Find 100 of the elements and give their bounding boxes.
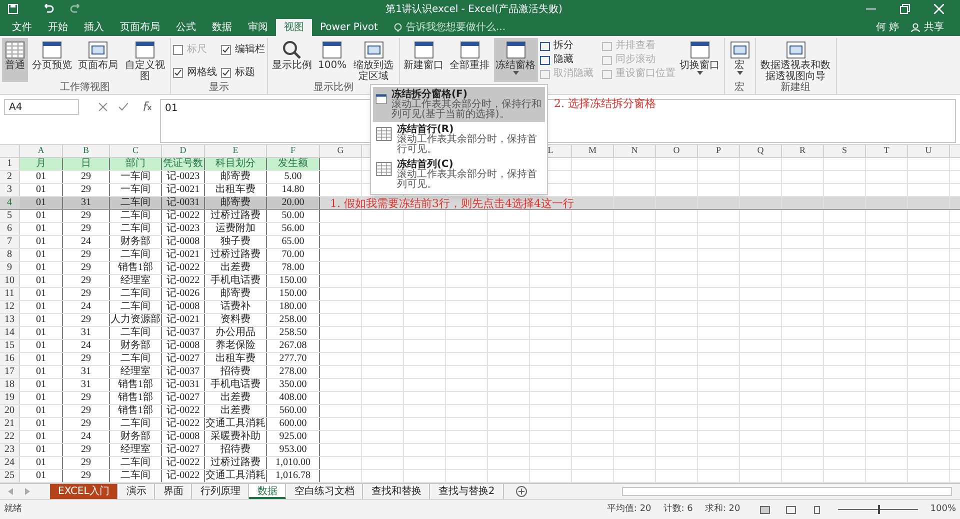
menu-tab[interactable]: 视图	[276, 19, 312, 36]
row-header[interactable]: 25	[0, 470, 20, 482]
ribbon-button[interactable]: 普通	[2, 38, 28, 82]
close-icon[interactable]	[934, 4, 944, 14]
menu-item[interactable]: 冻结首列(C) 滚动工作表其余部分时，保持首列可见。	[373, 157, 545, 192]
row-header[interactable]: 2	[0, 171, 20, 183]
column-header[interactable]: U	[925, 144, 932, 158]
page-break-icon[interactable]	[812, 506, 822, 514]
column-header[interactable]: Q	[757, 144, 764, 158]
row-header[interactable]: 24	[0, 457, 20, 469]
column-header[interactable]: B	[82, 144, 89, 158]
ribbon-button[interactable]: 页面布局	[76, 38, 120, 82]
normal-view-icon[interactable]	[760, 506, 770, 514]
share-button[interactable]: 共享	[911, 19, 944, 36]
menu-tab[interactable]: 审阅	[240, 19, 276, 36]
menu-item[interactable]: 冻结拆分窗格(F) 滚动工作表其余部分时，保持行和列可见(基于当前的选择)。	[373, 87, 545, 122]
save-icon[interactable]	[8, 4, 18, 14]
row-header[interactable]: 7	[0, 236, 20, 248]
pivot-table-icon	[784, 40, 807, 60]
row-header[interactable]: 21	[0, 418, 20, 430]
checkbox[interactable]: 标题	[221, 65, 265, 80]
restore-icon[interactable]	[900, 4, 910, 14]
menu-tab[interactable]: 公式	[168, 19, 204, 36]
row-header[interactable]: 18	[0, 379, 20, 391]
ribbon-button[interactable]: 缩放到选定区域	[350, 38, 397, 82]
row-header[interactable]: 11	[0, 288, 20, 300]
ribbon-button[interactable]: 数据透视表和数据透视图向导	[758, 38, 834, 82]
horizontal-scrollbar[interactable]	[622, 487, 952, 496]
menu-tab[interactable]: 开始	[40, 19, 76, 36]
column-header[interactable]: P	[716, 144, 721, 158]
row-header[interactable]: 23	[0, 444, 20, 456]
row-header[interactable]: 3	[0, 184, 20, 196]
ribbon-button[interactable]: 新建窗口	[402, 38, 446, 82]
menu-tab[interactable]: 页面布局	[112, 19, 168, 36]
menu-item-description: 滚动工作表其余部分时，保持行和列可见(基于当前的选择)。	[391, 100, 542, 120]
ribbon-button[interactable]: 自定义视图	[122, 38, 168, 82]
column-header[interactable]: E	[232, 144, 238, 158]
column-header[interactable]: A	[38, 144, 44, 158]
name-box[interactable]: A4	[4, 99, 79, 115]
column-header[interactable]: R	[799, 144, 806, 158]
header-cell: 发生额	[267, 158, 320, 170]
row-header[interactable]: 4	[0, 197, 20, 209]
column-header[interactable]: O	[673, 144, 680, 158]
ribbon-small-button[interactable]: 隐藏	[540, 54, 594, 66]
header-cell: 部门	[110, 158, 162, 170]
tell-me-field[interactable]: 告诉我您想要做什么...	[406, 20, 526, 35]
header-cell: 月	[20, 158, 63, 170]
table-cell: 邮寄费	[205, 197, 267, 209]
ribbon-button[interactable]: 冻结窗格	[494, 38, 538, 82]
sheet-icon	[375, 124, 393, 144]
search-icon	[281, 40, 303, 60]
add-sheet-icon[interactable]	[516, 486, 527, 497]
row-header[interactable]: 22	[0, 431, 20, 443]
column-header[interactable]: M	[588, 144, 596, 158]
enter-icon[interactable]	[119, 103, 128, 111]
ribbon-button[interactable]: 宏	[726, 38, 753, 82]
row-header[interactable]: 14	[0, 327, 20, 339]
column-header[interactable]: F	[290, 144, 296, 158]
column-header[interactable]: N	[631, 144, 638, 158]
menu-item-description: 滚动工作表其余部分时，保持首列可见。	[396, 170, 538, 190]
row-header[interactable]: 8	[0, 249, 20, 261]
sheet-tab[interactable]: EXCEL入门	[50, 484, 118, 499]
sheet-tab[interactable]: 数据	[249, 484, 286, 499]
undo-icon[interactable]	[42, 4, 54, 14]
group-label: 显示	[208, 82, 230, 94]
ribbon-button[interactable]: 切换窗口	[678, 38, 722, 82]
menu-tab[interactable]: Power Pivot	[312, 19, 386, 36]
column-header[interactable]: G	[337, 144, 344, 158]
menu-tab[interactable]: 数据	[204, 19, 240, 36]
row-header[interactable]: 1	[0, 158, 20, 170]
row-header[interactable]: 15	[0, 340, 20, 352]
row-header[interactable]: 20	[0, 405, 20, 417]
column-header[interactable]: L	[548, 144, 554, 158]
ribbon-button[interactable]: 显示比例	[270, 38, 314, 82]
menu-tab[interactable]: 文件	[4, 19, 40, 36]
page-layout-icon[interactable]	[786, 506, 796, 514]
row-header[interactable]: 16	[0, 353, 20, 365]
row-header[interactable]: 13	[0, 314, 20, 326]
column-header[interactable]: S	[842, 144, 847, 158]
row-header[interactable]: 10	[0, 275, 20, 287]
menu-tab[interactable]: 插入	[76, 19, 112, 36]
column-header[interactable]: T	[884, 144, 890, 158]
column-header[interactable]: D	[180, 144, 186, 158]
row-header[interactable]: 17	[0, 366, 20, 378]
row-header[interactable]: 6	[0, 223, 20, 235]
status-stat: 计数: 6	[663, 502, 693, 516]
row-header[interactable]: 12	[0, 301, 20, 313]
row-header[interactable]: 5	[0, 210, 20, 222]
ribbon-button[interactable]: 100%	[316, 38, 349, 82]
cancel-icon[interactable]	[99, 103, 107, 111]
table-cell: 交通工具消耗	[205, 470, 267, 482]
column-header[interactable]: C	[132, 144, 138, 158]
zoom-thumb[interactable]	[878, 505, 880, 514]
checkbox[interactable]: 网格线	[173, 65, 217, 80]
row-header[interactable]: 9	[0, 262, 20, 274]
ribbon-button[interactable]: 分页预览	[30, 38, 74, 82]
checkbox[interactable]: 编辑栏	[221, 42, 265, 57]
ribbon-button[interactable]: 全部重排	[448, 38, 492, 82]
ribbon-small-button[interactable]: 拆分	[540, 40, 594, 52]
row-header[interactable]: 19	[0, 392, 20, 404]
